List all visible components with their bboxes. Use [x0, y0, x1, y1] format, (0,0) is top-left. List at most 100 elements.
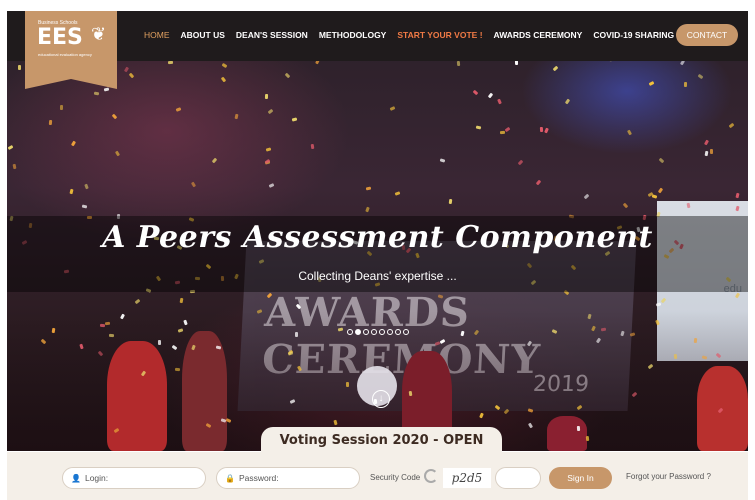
slider-dots [347, 329, 409, 335]
confetti-piece [552, 65, 559, 72]
confetti-piece [497, 98, 502, 105]
confetti-piece [220, 76, 227, 83]
confetti-piece [295, 332, 298, 337]
confetti-piece [658, 157, 665, 164]
confetti-piece [583, 193, 590, 200]
confetti-piece [365, 206, 370, 213]
navbar: Business Schools EES ❦ educational evalu… [7, 11, 748, 89]
slider-dot[interactable] [403, 329, 409, 335]
confetti-piece [544, 127, 549, 134]
captcha-image: p2d5 [443, 468, 491, 488]
login-field[interactable]: 👤 Login: [62, 467, 206, 489]
confetti-piece [18, 65, 21, 70]
confetti-piece [456, 60, 461, 67]
password-field[interactable]: 🔒 Password: [216, 467, 360, 489]
nav-deans-session[interactable]: DEAN'S SESSION [236, 30, 308, 40]
refresh-icon[interactable] [424, 469, 438, 483]
slider-dot[interactable] [395, 329, 401, 335]
confetti-piece [69, 188, 74, 195]
confetti-piece [70, 140, 77, 147]
confetti-piece [7, 144, 14, 151]
confetti-piece [264, 93, 269, 100]
confetti-piece [517, 159, 524, 166]
slider-dot[interactable] [371, 329, 377, 335]
scroll-down-icon[interactable]: ↓ [372, 390, 390, 408]
nav-start-your-vote[interactable]: START YOUR VOTE ! [397, 30, 482, 40]
confetti-piece [174, 367, 181, 372]
confetti-piece [221, 62, 228, 69]
confetti-piece [499, 130, 506, 135]
confetti-piece [268, 183, 275, 188]
confetti-piece [234, 113, 239, 120]
hero-headline: A Peers Assessment Component [102, 220, 653, 255]
confetti-piece [267, 108, 274, 115]
confetti-piece [394, 191, 401, 196]
nav-methodology[interactable]: METHODOLOGY [319, 30, 387, 40]
login-placeholder: Login: [84, 473, 109, 483]
confetti-piece [365, 186, 372, 191]
confetti-piece [104, 321, 111, 326]
confetti-piece [448, 198, 453, 205]
main-nav: HOME ABOUT US DEAN'S SESSION METHODOLOGY… [144, 30, 722, 40]
confetti-piece [648, 80, 655, 87]
confetti-piece [59, 104, 64, 111]
confetti-piece [179, 297, 184, 304]
leaf-icon: ❦ [91, 24, 107, 44]
nav-home[interactable]: HOME [144, 30, 170, 40]
confetti-piece [310, 143, 315, 150]
confetti-piece [439, 158, 446, 163]
confetti-piece [114, 150, 121, 157]
slider-dot[interactable] [355, 329, 361, 335]
confetti-piece [693, 337, 698, 344]
confetti-piece [108, 333, 115, 338]
confetti-piece [626, 129, 633, 136]
dancer [107, 341, 167, 451]
confetti-piece [472, 89, 479, 96]
logo[interactable]: Business Schools EES ❦ educational evalu… [25, 11, 117, 89]
slider-dot[interactable] [363, 329, 369, 335]
confetti-piece [703, 139, 710, 146]
confetti-piece [535, 179, 542, 186]
confetti-piece [284, 72, 291, 79]
forgot-password-link[interactable]: Forgot your Password ? [626, 472, 711, 481]
logo-name: EES [37, 25, 83, 50]
confetti-piece [539, 126, 544, 133]
confetti-piece [697, 73, 704, 80]
slider-dot[interactable] [387, 329, 393, 335]
confetti-piece [564, 98, 571, 105]
confetti-piece [576, 425, 581, 432]
page: AWARDS CEREMONY 2019 edu A Peers Assessm… [7, 11, 748, 500]
confetti-piece [291, 117, 298, 122]
confetti-piece [475, 125, 482, 130]
captcha-input[interactable] [495, 467, 541, 489]
contact-button[interactable]: CONTACT [676, 24, 738, 46]
nav-about-us[interactable]: ABOUT US [181, 30, 225, 40]
nav-awards-ceremony[interactable]: AWARDS CEREMONY [494, 30, 583, 40]
confetti-piece [585, 435, 590, 442]
confetti-piece [345, 381, 350, 388]
dancer [547, 416, 587, 451]
confetti-piece [487, 92, 494, 99]
confetti-piece [709, 148, 714, 155]
confetti-piece [48, 119, 53, 126]
confetti-piece [673, 353, 678, 360]
sign-in-button[interactable]: Sign In [549, 467, 612, 489]
confetti-piece [704, 150, 709, 157]
confetti-piece [683, 81, 688, 88]
confetti-piece [84, 183, 89, 190]
slider-dot[interactable] [347, 329, 353, 335]
confetti-piece [504, 126, 511, 133]
slider-dot[interactable] [379, 329, 385, 335]
confetti-piece [93, 91, 100, 96]
password-placeholder: Password: [238, 473, 279, 483]
hero-slider: AWARDS CEREMONY 2019 edu A Peers Assessm… [7, 11, 748, 451]
confetti-piece [175, 107, 182, 112]
lock-icon: 🔒 [225, 474, 235, 483]
confetti-piece [265, 147, 272, 152]
confetti-piece [134, 298, 141, 305]
confetti-piece [167, 60, 174, 65]
confetti-piece [157, 339, 162, 346]
confetti-piece [12, 163, 17, 170]
confetti-piece [622, 202, 629, 209]
user-icon: 👤 [71, 474, 81, 483]
